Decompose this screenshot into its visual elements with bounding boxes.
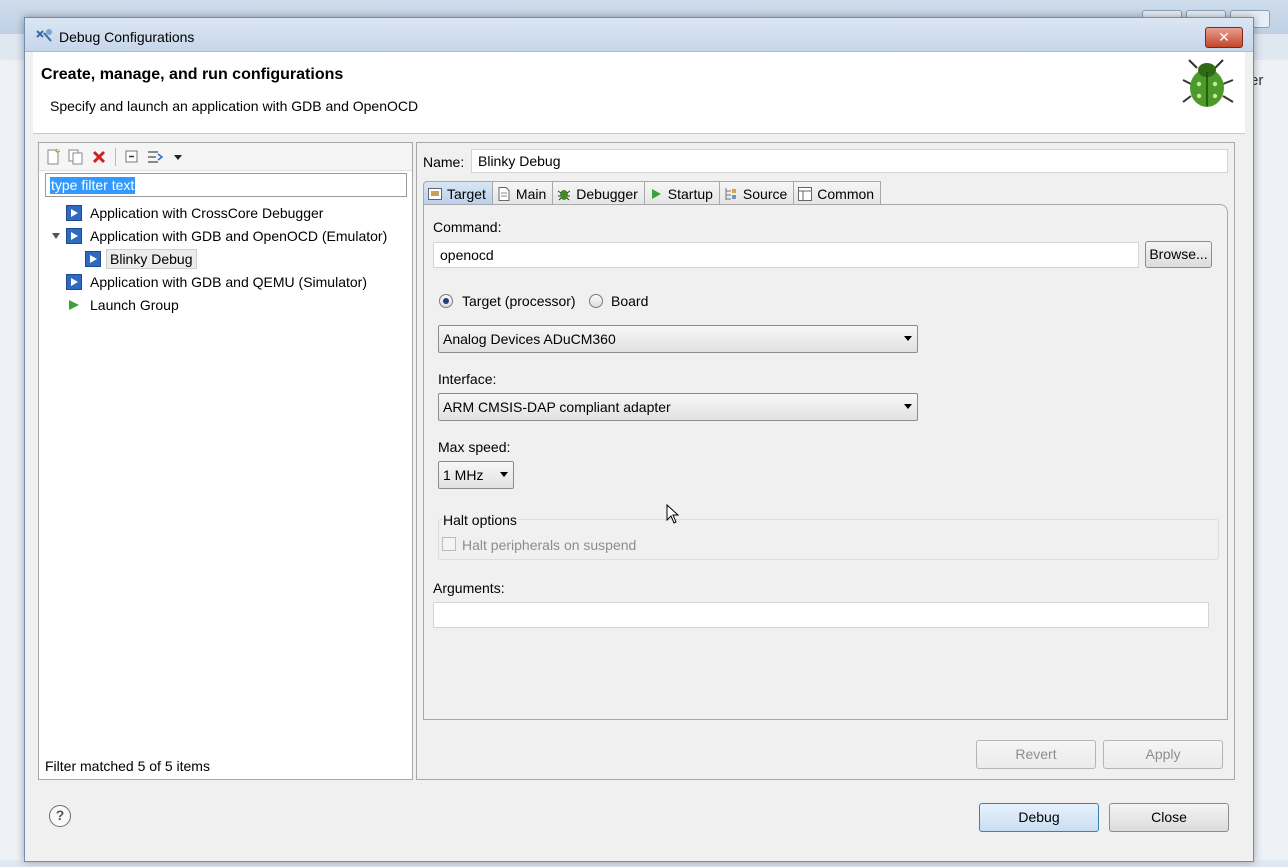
target-processor-label[interactable]: Target (processor)	[462, 293, 576, 309]
bug-icon	[1182, 59, 1234, 107]
tree-item-crosscore[interactable]: Application with CrossCore Debugger	[66, 202, 326, 224]
configurations-toolbar	[39, 143, 412, 171]
max-speed-label: Max speed:	[438, 439, 511, 455]
filter-status: Filter matched 5 of 5 items	[45, 758, 210, 774]
tree-item-label: Application with CrossCore Debugger	[90, 205, 324, 221]
target-processor-radio[interactable]	[439, 294, 453, 308]
halt-options-label: Halt options	[442, 512, 518, 528]
revert-button[interactable]: Revert	[976, 740, 1096, 769]
tab-target[interactable]: Target	[423, 181, 493, 205]
halt-peripherals-label[interactable]: Halt peripherals on suspend	[462, 537, 636, 553]
debugger-tab-icon	[558, 189, 571, 200]
command-label: Command:	[433, 219, 502, 235]
debug-configurations-icon	[36, 29, 52, 42]
launch-config-type-icon	[66, 228, 82, 244]
chevron-down-icon	[904, 404, 912, 409]
duplicate-config-button[interactable]	[66, 147, 86, 167]
collapse-all-icon	[125, 150, 138, 162]
browse-button[interactable]: Browse...	[1145, 241, 1212, 268]
dialog-header: Create, manage, and run configurations S…	[33, 52, 1245, 134]
tab-label: Target	[447, 185, 486, 202]
launch-group-icon	[69, 300, 79, 310]
background-left-strip	[0, 60, 24, 860]
name-label: Name:	[423, 154, 465, 170]
main-tab-icon	[498, 186, 510, 201]
delete-config-button[interactable]	[89, 147, 109, 167]
tab-label: Startup	[667, 185, 713, 202]
configuration-editor: Name: Blinky Debug Target Main Debugger …	[416, 142, 1235, 780]
close-button[interactable]: Close	[1109, 803, 1229, 832]
board-radio[interactable]	[589, 294, 603, 308]
tab-label: Common	[817, 185, 875, 202]
chevron-down-icon	[904, 336, 912, 341]
startup-tab-icon	[651, 188, 661, 199]
filter-config-button[interactable]	[145, 147, 165, 167]
max-speed-select[interactable]: 1 MHz	[438, 461, 514, 489]
debug-configurations-dialog: Debug Configurations ✕ Create, manage, a…	[24, 17, 1254, 862]
tab-startup[interactable]: Startup	[644, 181, 720, 205]
tree-item-launch-group[interactable]: Launch Group	[66, 294, 182, 316]
halt-peripherals-checkbox[interactable]	[442, 537, 456, 551]
new-config-button[interactable]	[43, 147, 63, 167]
launch-configurations-panel: type filter text Application with CrossC…	[38, 142, 413, 780]
dialog-title-bar[interactable]: Debug Configurations ✕	[25, 18, 1253, 52]
source-tab-icon	[725, 187, 736, 200]
processor-select-value: Analog Devices ADuCM360	[443, 331, 616, 347]
view-menu-button[interactable]	[168, 147, 188, 167]
launch-config-type-icon	[66, 274, 82, 290]
launch-config-icon	[85, 251, 101, 267]
arguments-input[interactable]	[433, 602, 1209, 628]
tab-source[interactable]: Source	[719, 181, 795, 205]
filter-icon	[148, 150, 163, 163]
view-menu-icon	[174, 154, 182, 160]
target-tab-content: Command: openocd Browse... Target (proce…	[423, 204, 1228, 720]
tab-common[interactable]: Common	[794, 181, 882, 205]
board-label[interactable]: Board	[611, 293, 648, 309]
tree-item-label: Application with GDB and OpenOCD (Emulat…	[90, 228, 388, 244]
tree-item-gdb-qemu[interactable]: Application with GDB and QEMU (Simulator…	[66, 271, 370, 293]
tab-main[interactable]: Main	[492, 181, 554, 205]
filter-input-text: type filter text	[50, 177, 136, 194]
processor-select[interactable]: Analog Devices ADuCM360	[438, 325, 918, 353]
new-config-icon	[47, 148, 61, 164]
tree-item-label: Blinky Debug	[106, 249, 197, 269]
chevron-down-icon	[500, 472, 508, 477]
name-input[interactable]: Blinky Debug	[471, 149, 1228, 173]
config-tabs: Target Main Debugger Startup Source Comm…	[423, 181, 882, 205]
command-input[interactable]: openocd	[433, 242, 1139, 268]
toolbar-separator	[115, 147, 116, 166]
header-description: Specify and launch an application with G…	[50, 98, 419, 114]
debug-button[interactable]: Debug	[979, 803, 1099, 832]
help-icon[interactable]: ?	[49, 805, 71, 827]
dialog-title: Debug Configurations	[59, 29, 195, 45]
tree-item-label: Launch Group	[90, 297, 179, 313]
tree-item-gdb-openocd[interactable]: Application with GDB and OpenOCD (Emulat…	[52, 225, 390, 247]
interface-select-value: ARM CMSIS-DAP compliant adapter	[443, 399, 671, 415]
duplicate-icon	[68, 149, 83, 164]
collapse-all-button[interactable]	[122, 147, 142, 167]
max-speed-select-value: 1 MHz	[443, 467, 484, 483]
filter-input[interactable]: type filter text	[45, 173, 407, 197]
interface-label: Interface:	[438, 371, 497, 387]
mouse-cursor-icon	[666, 504, 680, 524]
tree-item-blinky-debug[interactable]: Blinky Debug	[85, 248, 197, 270]
delete-icon	[92, 150, 106, 163]
tab-label: Main	[515, 185, 547, 202]
tab-debugger[interactable]: Debugger	[553, 181, 645, 205]
dialog-close-button[interactable]: ✕	[1205, 27, 1243, 48]
tree-expanded-arrow-icon[interactable]	[52, 233, 60, 239]
tab-label: Source	[742, 185, 788, 202]
tab-label: Debugger	[576, 185, 638, 202]
header-title: Create, manage, and run configurations	[41, 66, 344, 83]
target-tab-icon	[428, 187, 442, 200]
common-tab-icon	[798, 186, 813, 201]
interface-select[interactable]: ARM CMSIS-DAP compliant adapter	[438, 393, 918, 421]
arguments-label: Arguments:	[433, 580, 505, 596]
apply-button[interactable]: Apply	[1103, 740, 1223, 769]
launch-config-type-icon	[66, 205, 82, 221]
tree-item-label: Application with GDB and QEMU (Simulator…	[90, 274, 367, 290]
